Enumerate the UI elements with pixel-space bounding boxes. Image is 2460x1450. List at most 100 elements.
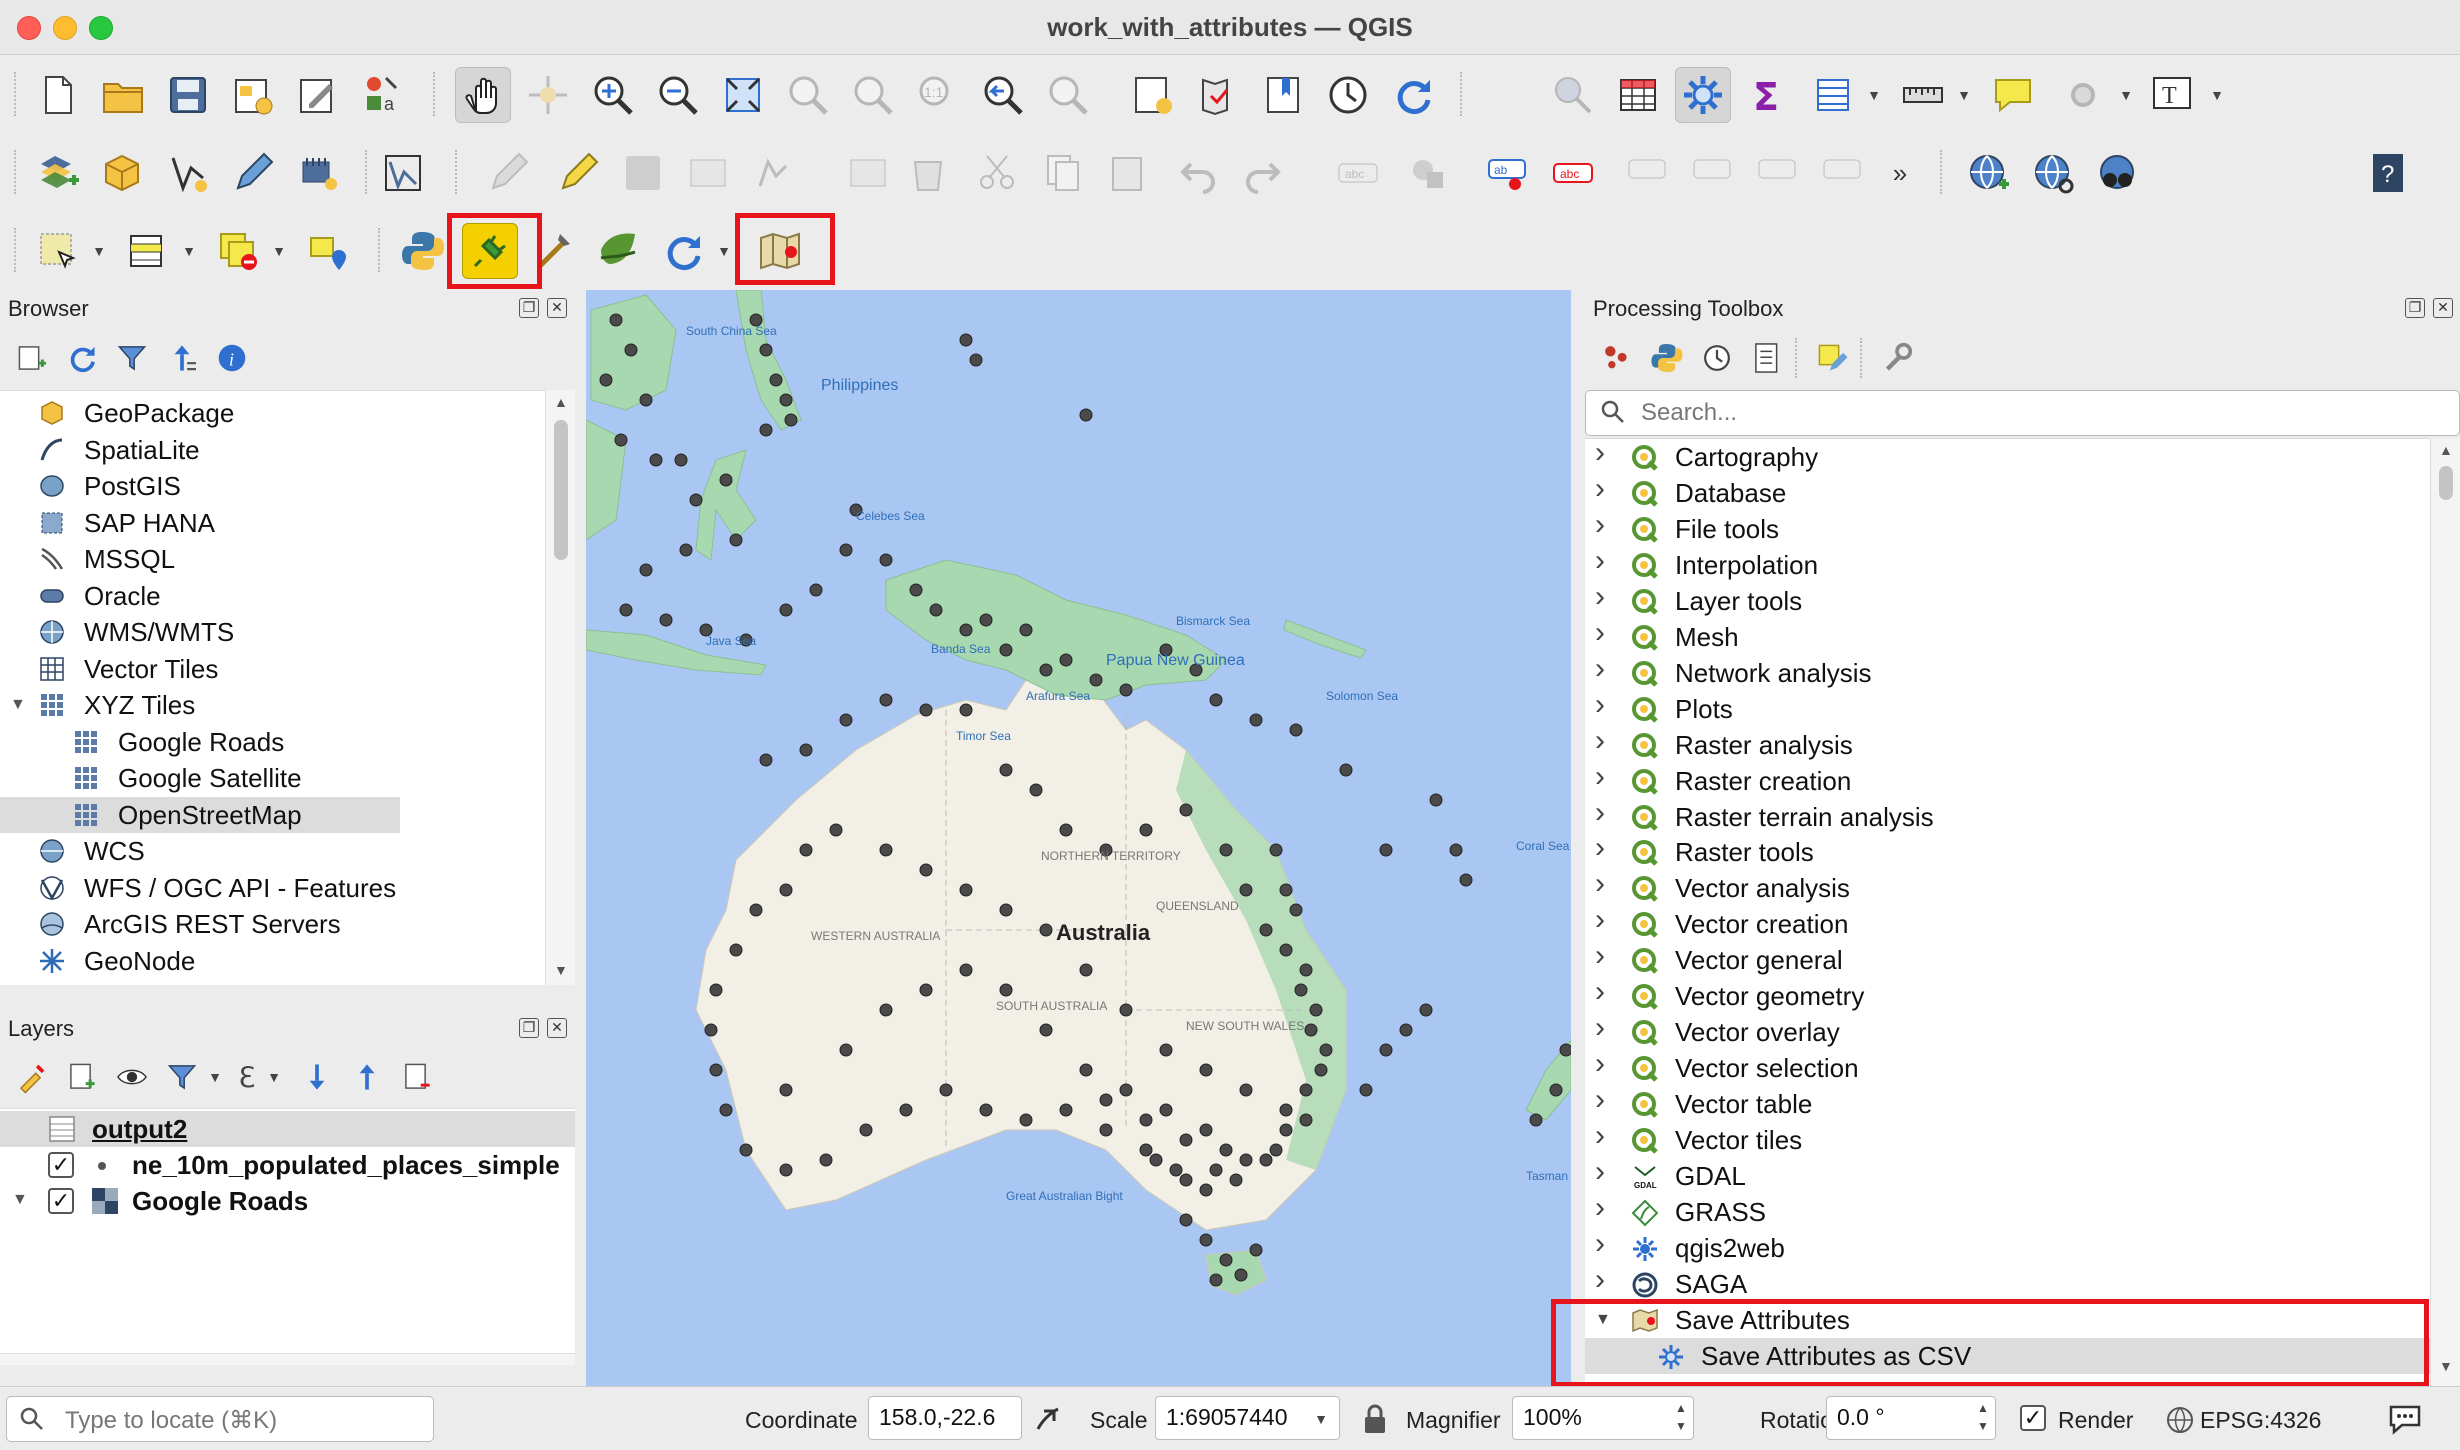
python-console-icon[interactable]: [395, 223, 451, 279]
toolbox-provider-item[interactable]: › GRASS: [1585, 1191, 2430, 1230]
toolbox-scroll-thumb[interactable]: [2439, 466, 2453, 500]
browser-item[interactable]: Google Satellite: [0, 760, 545, 796]
toolbox-provider-item[interactable]: › Vector analysis: [1585, 867, 2430, 906]
browser-item[interactable]: WFS / OGC API - Features: [0, 870, 545, 906]
filter-expression-dropdown[interactable]: ▼: [265, 1049, 283, 1105]
pan-to-selection-icon[interactable]: [520, 67, 576, 123]
rotation-stepper[interactable]: ▲ ▼: [1972, 1399, 1994, 1439]
expand-arrow-icon[interactable]: ›: [1595, 471, 1605, 507]
toolbox-provider-item[interactable]: › File tools: [1585, 508, 2430, 547]
select-features-icon[interactable]: [30, 223, 86, 279]
browser-item[interactable]: WCS: [0, 833, 545, 869]
copy-features-icon[interactable]: [1035, 145, 1091, 201]
reload-plugin-icon[interactable]: [655, 223, 711, 279]
refresh-icon[interactable]: [60, 336, 104, 380]
scale-dropdown[interactable]: ▼: [1302, 1397, 1340, 1441]
toolbox-provider-item[interactable]: › Vector general: [1585, 939, 2430, 978]
more-chevron-icon[interactable]: »: [1885, 145, 1915, 201]
toolbox-search-input[interactable]: Search...: [1585, 390, 2460, 436]
info-icon[interactable]: i: [210, 336, 254, 380]
expand-arrow-icon[interactable]: ›: [1595, 435, 1605, 471]
toolbox-provider-item[interactable]: › Raster terrain analysis: [1585, 796, 2430, 835]
zoom-full-icon[interactable]: [715, 67, 771, 123]
browser-item[interactable]: ▼ XYZ Tiles: [0, 687, 545, 723]
browser-item[interactable]: GeoNode: [0, 943, 545, 979]
toolbox-provider-item[interactable]: › Raster analysis: [1585, 724, 2430, 763]
toggle-extents-icon[interactable]: [1030, 1401, 1066, 1437]
browser-item[interactable]: Google Roads: [0, 724, 545, 760]
settings-gear-icon[interactable]: [2055, 67, 2111, 123]
toolbox-provider-item[interactable]: › GDAL GDAL: [1585, 1155, 2430, 1194]
label-properties-icon[interactable]: [1815, 145, 1871, 201]
expand-arrow-icon[interactable]: ›: [1595, 1154, 1605, 1190]
open-project-icon[interactable]: [95, 67, 151, 123]
filter-legend-icon[interactable]: [160, 1055, 204, 1099]
browser-scroll-thumb[interactable]: [554, 420, 568, 560]
layer-row-populated-places[interactable]: ✓ ne_10m_populated_places_simple: [0, 1147, 575, 1183]
wms-search-icon[interactable]: [2025, 145, 2081, 201]
label-icon[interactable]: abc: [1330, 145, 1386, 201]
expand-arrow-icon[interactable]: ›: [1595, 1010, 1605, 1046]
toolbox-provider-item[interactable]: › Vector tiles: [1585, 1119, 2430, 1158]
expand-arrow-icon[interactable]: ›: [1595, 1082, 1605, 1118]
expand-arrow-icon[interactable]: ›: [1595, 1262, 1605, 1298]
layout-manager-icon[interactable]: [290, 67, 346, 123]
expand-arrow-icon[interactable]: ›: [1595, 938, 1605, 974]
pin-label-icon[interactable]: ab: [1480, 145, 1536, 201]
redo-icon[interactable]: [1235, 145, 1291, 201]
toolbox-provider-item[interactable]: › Vector table: [1585, 1083, 2430, 1122]
zoom-next-icon[interactable]: [1040, 67, 1096, 123]
options-icon[interactable]: [1875, 336, 1919, 380]
browser-item[interactable]: GeoPackage: [0, 395, 545, 431]
expand-arrow-icon[interactable]: ›: [1595, 830, 1605, 866]
toolbox-float-button[interactable]: ❐: [2405, 298, 2425, 318]
browser-float-button[interactable]: ❐: [519, 298, 539, 318]
remove-layer-icon[interactable]: [395, 1055, 439, 1099]
attribute-selection-dropdown[interactable]: ▼: [180, 223, 198, 279]
undo-icon[interactable]: [1170, 145, 1226, 201]
identify-icon[interactable]: [1545, 67, 1601, 123]
new-print-layout-icon[interactable]: [225, 67, 281, 123]
browser-item[interactable]: Oracle: [0, 578, 545, 614]
expand-arrow-icon[interactable]: ›: [1595, 795, 1605, 831]
field-calculator-dropdown[interactable]: ▼: [1865, 67, 1883, 123]
lock-scale-icon[interactable]: [1360, 1403, 1390, 1435]
python-scripts-icon[interactable]: [1645, 336, 1689, 380]
layers-float-button[interactable]: ❐: [519, 1018, 539, 1038]
rotation-field[interactable]: 0.0 °: [1826, 1396, 1996, 1440]
browser-item[interactable]: SAP HANA: [0, 505, 545, 541]
digitizing-icon[interactable]: [160, 145, 216, 201]
toolbox-provider-item[interactable]: › Cartography: [1585, 436, 2430, 475]
add-group-icon[interactable]: [60, 1055, 104, 1099]
messages-icon[interactable]: [2388, 1403, 2422, 1435]
expand-arrow-icon[interactable]: ›: [1595, 759, 1605, 795]
show-bookmarks-icon[interactable]: [1190, 67, 1246, 123]
browser-scrollbar[interactable]: ▲ ▼: [545, 390, 575, 985]
expand-arrow-icon[interactable]: ›: [1595, 507, 1605, 543]
new-layer-icon[interactable]: [290, 145, 346, 201]
deselect-dropdown[interactable]: ▼: [270, 223, 288, 279]
expand-arrow-icon[interactable]: ▼: [12, 1191, 28, 1209]
show-bookmarks-manager-icon[interactable]: [1255, 67, 1311, 123]
map-tips-icon[interactable]: [1985, 67, 2041, 123]
coordinate-field[interactable]: 158.0,-22.6: [868, 1396, 1022, 1440]
vertex-tool-icon[interactable]: [375, 145, 431, 201]
data-source-manager-icon[interactable]: [30, 145, 86, 201]
browser-item[interactable]: MSSQL: [0, 541, 545, 577]
locator-search-input[interactable]: Type to locate (⌘K): [6, 1396, 434, 1442]
modify-attributes-icon[interactable]: [840, 145, 896, 201]
metasearch-icon[interactable]: [1960, 145, 2016, 201]
help-icon[interactable]: ?: [2360, 145, 2416, 201]
browser-item[interactable]: Vector Tiles: [0, 651, 545, 687]
expand-arrow-icon[interactable]: ›: [1595, 543, 1605, 579]
collapse-all-icon[interactable]: [160, 336, 204, 380]
expand-arrow-icon[interactable]: ›: [1595, 1118, 1605, 1154]
attribute-selection-icon[interactable]: [120, 223, 176, 279]
expand-arrow-icon[interactable]: ›: [1595, 723, 1605, 759]
delete-selected-icon[interactable]: [900, 145, 956, 201]
change-label-icon[interactable]: [1750, 145, 1806, 201]
crs-label[interactable]: EPSG:4326: [2200, 1407, 2321, 1434]
results-icon[interactable]: [1745, 336, 1789, 380]
processing-toolbox-icon[interactable]: [1675, 67, 1731, 123]
new-geopackage-layer-icon[interactable]: [95, 145, 151, 201]
